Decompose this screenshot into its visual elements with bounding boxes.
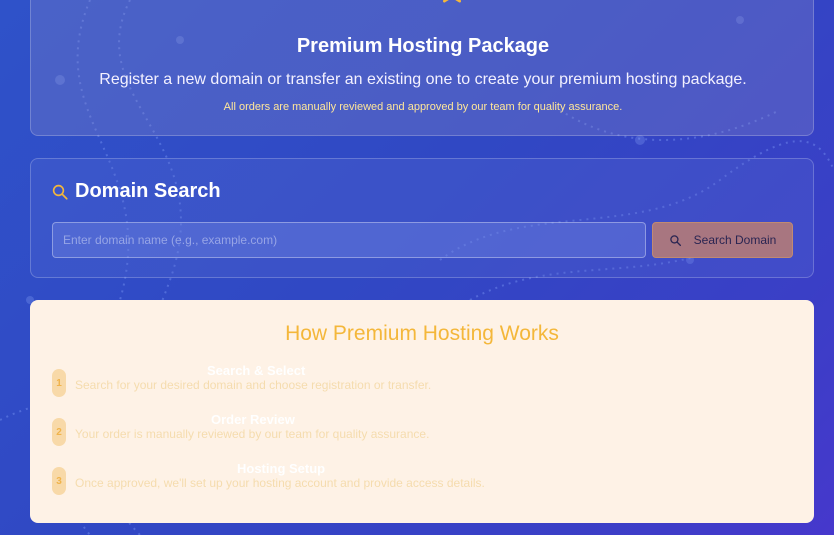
how-it-works-title: How Premium Hosting Works [285,322,559,345]
search-icon [52,184,68,200]
step-number-badge: 1 [52,369,66,397]
step-item: 3 Hosting Setup Once approved, we'll set… [52,461,792,507]
domain-search-header: Domain Search [51,180,221,203]
step-item: 1 Search & Select Search for your desire… [52,363,792,409]
step-title: Search & Select [207,363,306,378]
search-domain-button[interactable]: Search Domain [652,222,793,258]
step-title: Order Review [211,412,295,427]
step-number-badge: 2 [52,418,66,446]
step-item: 2 Order Review Your order is manually re… [52,412,792,458]
how-it-works-panel: How Premium Hosting Works 1 Search & Sel… [30,300,814,523]
domain-search-input[interactable] [52,222,646,258]
domain-search-title: Domain Search [75,180,221,202]
hero-banner: Premium Hosting Package Register a new d… [30,0,814,136]
domain-search-panel: Domain Search Search Domain [30,158,814,278]
step-description: Once approved, we'll set up your hosting… [75,476,485,490]
step-title: Hosting Setup [237,461,326,476]
step-description: Search for your desired domain and choos… [75,378,432,392]
search-icon [669,234,681,246]
star-icon [443,0,461,3]
step-number-badge: 3 [52,467,66,495]
page-title: Premium Hosting Package [296,35,550,57]
hero-subtitle: Register a new domain or transfer an exi… [99,71,747,88]
search-domain-button-label: Search Domain [693,233,777,247]
step-description: Your order is manually reviewed by our t… [75,427,430,441]
hero-note: All orders are manually reviewed and app… [223,101,623,113]
